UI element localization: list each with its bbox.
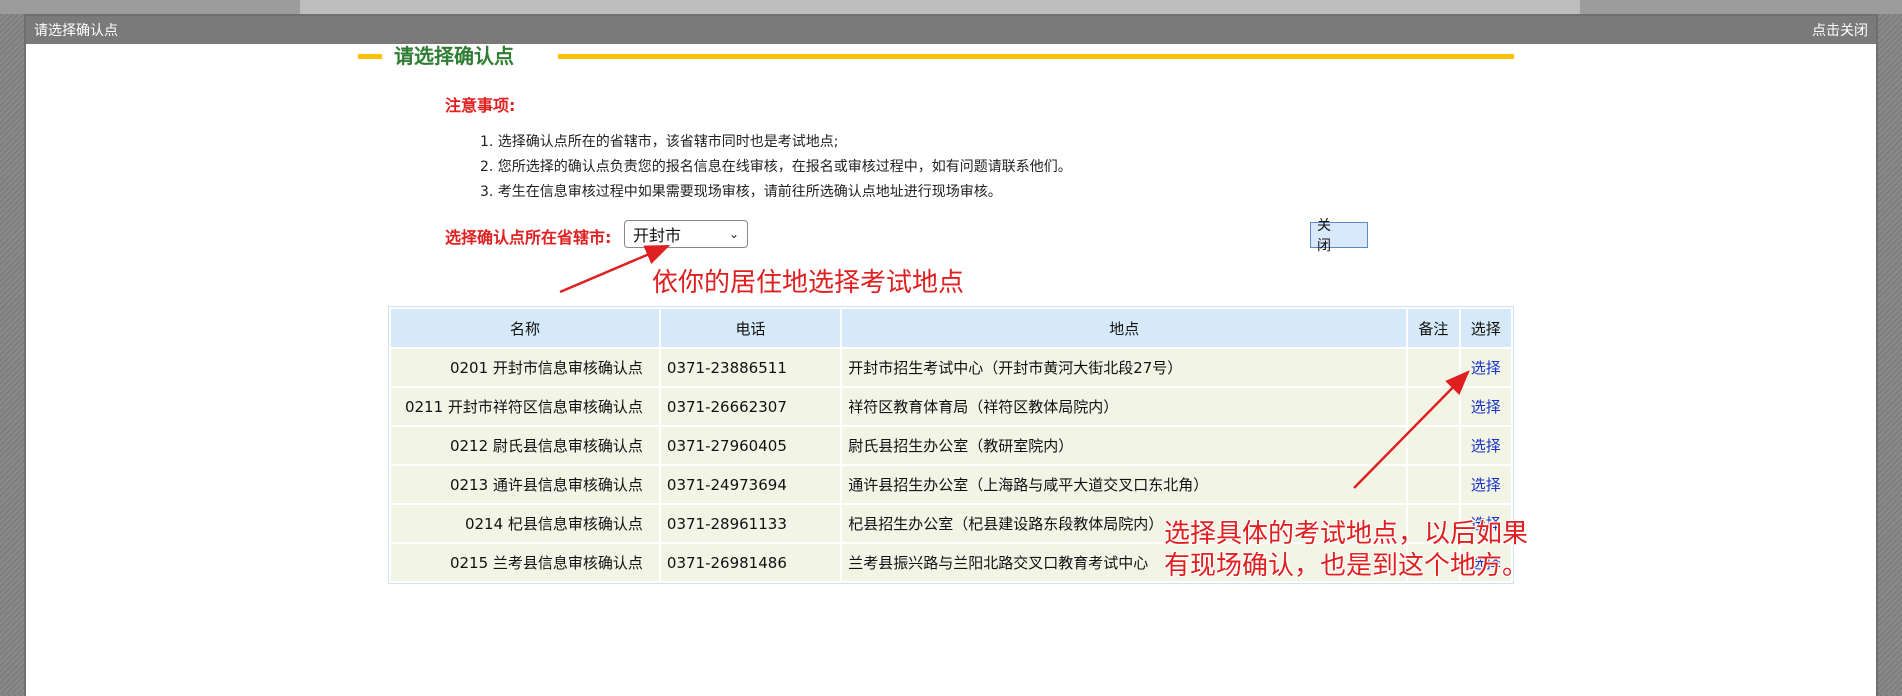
cell-phone: 0371-24973694 [660,466,841,503]
cell-phone: 0371-26662307 [660,388,841,425]
cell-name: 0211 开封市祥符区信息审核确认点 [391,388,659,425]
cell-phone: 0371-26981486 [660,544,841,581]
cell-address: 开封市招生考试中心（开封市黄河大街北段27号） [842,349,1407,386]
background-strip [0,0,1902,14]
cell-phone: 0371-27960405 [660,427,841,464]
cell-note [1408,349,1459,386]
select-link[interactable]: 选择 [1471,437,1501,455]
cell-name: 0212 尉氏县信息审核确认点 [391,427,659,464]
header-select: 选择 [1460,309,1511,347]
section-bar-left [358,54,382,59]
select-link[interactable]: 选择 [1471,476,1501,494]
table-row: 0201 开封市信息审核确认点 0371-23886511 开封市招生考试中心（… [391,349,1511,386]
dialog-title: 请选择确认点 [34,23,118,39]
cell-note [1408,388,1459,425]
province-select[interactable]: 开封市 ⌄ [624,220,748,248]
cell-select: 选择 [1460,349,1511,386]
cell-phone: 0371-28961133 [660,505,841,542]
select-link[interactable]: 选择 [1471,359,1501,377]
cell-name: 0214 杞县信息审核确认点 [391,505,659,542]
cell-address: 尉氏县招生办公室（教研室院内） [842,427,1407,464]
province-label: 选择确认点所在省辖市: [445,228,612,247]
dialog-titlebar: 请选择确认点 点击关闭 [26,16,1876,44]
header-phone: 电话 [660,309,841,347]
cell-address: 祥符区教育体育局（祥符区教体局院内） [842,388,1407,425]
header-address: 地点 [842,309,1407,347]
notes-list: 1. 选择确认点所在的省辖市，该省辖市同时也是考试地点; 2. 您所选择的确认点… [480,130,1072,205]
cell-select: 选择 [1460,466,1511,503]
annotation-select-site: 选择具体的考试地点，以后如果 有现场确认，也是到这个地方。 [1164,518,1528,582]
annotation-select-city: 依你的居住地选择考试地点 [652,268,965,298]
province-selected-value: 开封市 [633,226,682,245]
note-item: 1. 选择确认点所在的省辖市，该省辖市同时也是考试地点; [480,134,839,150]
cell-name: 0215 兰考县信息审核确认点 [391,544,659,581]
annotation-select-site-line1: 选择具体的考试地点，以后如果 [1164,519,1529,549]
annotation-select-site-line2: 有现场确认，也是到这个地方。 [1164,551,1529,581]
dialog-close-link[interactable]: 点击关闭 [1812,20,1868,40]
select-link[interactable]: 选择 [1471,398,1501,416]
table-header-row: 名称 电话 地点 备注 选择 [391,309,1511,347]
chevron-down-icon: ⌄ [728,227,739,241]
cell-address: 通许县招生办公室（上海路与咸平大道交叉口东北角） [842,466,1407,503]
section-header: 请选择确认点 [358,42,1514,70]
cell-select: 选择 [1460,388,1511,425]
table-row: 0212 尉氏县信息审核确认点 0371-27960405 尉氏县招生办公室（教… [391,427,1511,464]
cell-note [1408,427,1459,464]
cell-select: 选择 [1460,427,1511,464]
cell-note [1408,466,1459,503]
close-button[interactable]: 关 闭 [1310,218,1368,254]
cell-name: 0201 开封市信息审核确认点 [391,349,659,386]
header-note: 备注 [1408,309,1459,347]
notes-title: 注意事项: [445,96,516,115]
section-bar-right [558,54,1514,59]
header-name: 名称 [391,309,659,347]
table-row: 0213 通许县信息审核确认点 0371-24973694 通许县招生办公室（上… [391,466,1511,503]
note-item: 2. 您所选择的确认点负责您的报名信息在线审核，在报名或审核过程中，如有问题请联… [480,159,1072,175]
table-row: 0211 开封市祥符区信息审核确认点 0371-26662307 祥符区教育体育… [391,388,1511,425]
note-item: 3. 考生在信息审核过程中如果需要现场审核，请前往所选确认点地址进行现场审核。 [480,184,1002,200]
cell-name: 0213 通许县信息审核确认点 [391,466,659,503]
section-title: 请选择确认点 [394,44,514,68]
cell-phone: 0371-23886511 [660,349,841,386]
